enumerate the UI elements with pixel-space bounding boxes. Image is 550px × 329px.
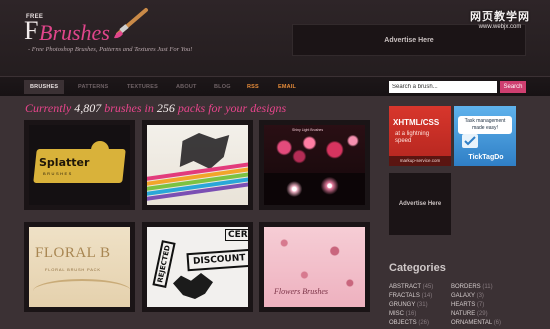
checklist-icon: [462, 134, 478, 148]
ad-tick-name: TickTagDo: [468, 154, 504, 161]
nav-brushes[interactable]: BRUSHES: [24, 80, 65, 94]
ad-xhtml-tagline: at a lightning speed: [395, 131, 429, 145]
category-link[interactable]: GALAXY (3): [451, 293, 513, 299]
main-nav: BRUSHES PATTERNS TEXTURES ABOUT BLOG RSS…: [0, 76, 550, 97]
ad-tick-line1: Task management: [464, 118, 506, 124]
categories-panel: Categories ABSTRACT (45) BORDERS (11) FR…: [389, 262, 519, 326]
thumbnail-subtitle: FLORAL BRUSH PACK: [45, 267, 101, 272]
heading-suffix: packs for your designs: [174, 101, 287, 115]
nav-email[interactable]: EMAIL: [278, 84, 296, 90]
categories-list: ABSTRACT (45) BORDERS (11) FRACTALS (14)…: [389, 284, 519, 326]
brush-pack-thumbnail[interactable]: FLORAL B FLORAL BRUSH PACK: [24, 222, 135, 312]
ad-xhtml-line1: at a lightning: [395, 131, 430, 137]
watermark: 网页教学网 www.webjx.com: [470, 8, 530, 30]
sidebar-advertisement[interactable]: Advertise Here: [389, 173, 451, 235]
nav-about[interactable]: ABOUT: [176, 84, 197, 90]
watermark-title: 网页教学网: [470, 11, 530, 23]
thumbnail-image: [147, 125, 248, 205]
paintbrush-icon: [114, 8, 148, 39]
heading-prefix: Currently: [25, 101, 75, 115]
sidebar-ad-xhtml[interactable]: XHTML/CSS at a lightning speed markup-ser…: [389, 106, 451, 166]
nav-textures[interactable]: TEXTURES: [127, 84, 158, 90]
logo-wordmark: Brushes: [39, 20, 110, 45]
category-link[interactable]: OBJECTS (26): [389, 320, 451, 326]
brush-pack-thumbnail[interactable]: Flowers Brushes: [259, 222, 370, 312]
site-tagline: - Free Photoshop Brushes, Patterns and T…: [28, 46, 193, 53]
stamp-discount: DISCOUNT: [186, 248, 248, 272]
category-link[interactable]: GRUNGY (31): [389, 302, 451, 308]
logo-letter-f: F: [24, 16, 39, 45]
thumbnail-image: Splatter BRUSHES: [29, 125, 130, 205]
watermark-url: www.webjx.com: [478, 24, 522, 30]
brush-count: 4,807: [74, 101, 102, 115]
heading-middle: brushes in: [101, 101, 157, 115]
page-heading: Currently 4,807 brushes in 256 packs for…: [25, 101, 286, 116]
thumbnail-subtitle: BRUSHES: [43, 171, 73, 176]
brush-pack-thumbnail[interactable]: Splatter BRUSHES: [24, 120, 135, 210]
ad-tick-bubble: Task management made easy!: [458, 116, 512, 134]
site-logo[interactable]: FREE F Brushes: [22, 8, 162, 48]
sidebar-ad-ticktagdo[interactable]: Task management made easy! TickTagDo: [454, 106, 516, 166]
search-button[interactable]: Search: [500, 81, 526, 93]
ad-tick-line2: made easy!: [472, 124, 498, 131]
stamp-rejected: REJECTED: [152, 240, 176, 288]
thumbnail-title: Flowers Brushes: [274, 287, 328, 296]
thumbnail-title: FLORAL B: [35, 245, 111, 261]
thumbnail-title: Shiny Light Brushes: [292, 128, 324, 132]
thumbnail-image: FLORAL B FLORAL BRUSH PACK: [29, 227, 130, 307]
nav-patterns[interactable]: PATTERNS: [78, 84, 108, 90]
categories-title: Categories: [389, 262, 446, 274]
brush-pack-thumbnail[interactable]: Shiny Light Brushes: [259, 120, 370, 210]
brush-pack-thumbnail[interactable]: [142, 120, 253, 210]
thumbnail-image: REJECTED DISCOUNT CER: [147, 227, 248, 307]
category-link[interactable]: MISC (16): [389, 311, 451, 317]
category-link[interactable]: HEARTS (7): [451, 302, 513, 308]
category-link[interactable]: ABSTRACT (45): [389, 284, 451, 290]
stamp-cer: CER: [225, 229, 248, 241]
brush-pack-thumbnail[interactable]: REJECTED DISCOUNT CER: [142, 222, 253, 312]
search-input[interactable]: [389, 81, 497, 93]
category-link[interactable]: NATURE (29): [451, 311, 513, 317]
ad-xhtml-title: XHTML/CSS: [393, 118, 440, 127]
thumbnail-title: Splatter: [39, 156, 90, 169]
thumbnail-image: Shiny Light Brushes: [264, 125, 365, 205]
ad-xhtml-line2: speed: [395, 138, 412, 144]
category-link[interactable]: ORNAMENTAL (6): [451, 320, 513, 326]
ad-xhtml-footer: markup-service.com: [389, 156, 451, 166]
category-link[interactable]: BORDERS (11): [451, 284, 513, 290]
thumbnail-image: Flowers Brushes: [264, 227, 365, 307]
category-link[interactable]: FRACTALS (14): [389, 293, 451, 299]
nav-blog[interactable]: BLOG: [214, 84, 231, 90]
nav-rss[interactable]: RSS: [247, 84, 259, 90]
pack-count: 256: [156, 101, 175, 115]
site-header: FREE F Brushes - Free Photoshop Brushes,…: [0, 0, 550, 76]
